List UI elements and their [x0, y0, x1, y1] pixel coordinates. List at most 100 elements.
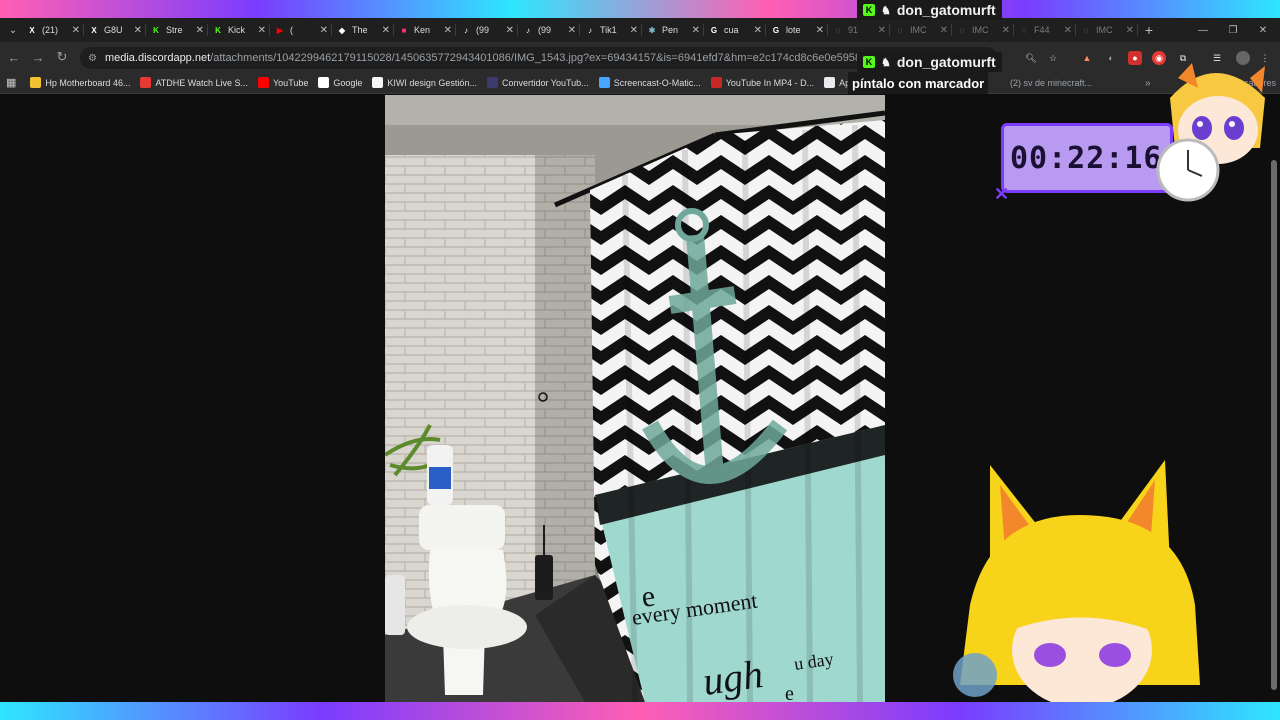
tab-title: (99 — [476, 25, 490, 35]
browser-tab[interactable]: ◌ F44 ✕ — [1014, 18, 1076, 42]
app-icon: ■ — [401, 25, 407, 35]
close-tab-icon[interactable]: ✕ — [196, 25, 204, 36]
globe-icon: ◌ — [897, 25, 903, 35]
bathroom-photo: every moment e u day ugh e — [385, 95, 885, 702]
forward-icon[interactable]: → — [26, 42, 50, 72]
browser-tab[interactable]: X (21) ✕ — [22, 18, 84, 42]
bookmark-label: YouTube In MP4 - D... — [725, 77, 815, 88]
maximize-icon[interactable]: ❐ — [1218, 18, 1248, 42]
close-tab-icon[interactable]: ✕ — [1002, 25, 1010, 36]
extension-icon[interactable]: ▲ — [1080, 51, 1094, 65]
close-tab-icon[interactable]: ✕ — [1064, 25, 1072, 36]
x-icon: X — [29, 25, 35, 35]
browser-tab[interactable]: ✱ Pen ✕ — [642, 18, 704, 42]
browser-tab[interactable]: X G8U ✕ — [84, 18, 146, 42]
bookmark-favicon-icon — [318, 77, 330, 88]
browser-tab[interactable]: ♪ (99 ✕ — [518, 18, 580, 42]
close-tab-icon[interactable]: ✕ — [940, 25, 948, 36]
bookmark-label: Convertidor YouTub... — [501, 77, 589, 88]
browser-tab[interactable]: ◌ IMC ✕ — [1076, 18, 1138, 42]
browser-tab[interactable]: K Kick ✕ — [208, 18, 270, 42]
close-tab-icon[interactable]: ✕ — [816, 25, 824, 36]
stream-timer: 00:22:16 — [1001, 123, 1173, 193]
curtain-text: e — [785, 683, 794, 702]
bookmark-item[interactable]: ATDHE Watch Live S... — [140, 77, 248, 88]
bookmark-favicon-icon — [372, 77, 384, 88]
bookmark-favicon-icon — [598, 77, 610, 88]
tab-title: (21) — [42, 25, 59, 35]
back-icon[interactable]: ← — [2, 42, 26, 72]
browser-tab[interactable]: Glote ✕ — [766, 18, 828, 42]
browser-tab[interactable]: Gcua ✕ — [704, 18, 766, 42]
close-tab-icon[interactable]: ✕ — [258, 25, 266, 36]
close-tab-icon[interactable]: ✕ — [568, 25, 576, 36]
badge-icon: ♞ — [881, 56, 891, 69]
stream-border-bottom — [0, 702, 1280, 720]
bookmark-favicon-icon — [486, 77, 498, 88]
page-scrollbar[interactable] — [1271, 160, 1277, 690]
bookmark-item[interactable]: Google — [318, 77, 362, 88]
tab-title: ( — [290, 25, 293, 35]
chat-username: don_gatomurft — [896, 2, 996, 18]
browser-tab[interactable]: ▶ ( ✕ — [270, 18, 332, 42]
mascot-clock-avatar — [1156, 63, 1265, 202]
minimize-icon[interactable]: — — [1188, 18, 1218, 42]
close-window-icon[interactable]: ✕ — [1248, 18, 1278, 42]
tab-title: 91 — [848, 25, 859, 35]
extension-icon[interactable]: ● — [1128, 51, 1142, 65]
browser-tab[interactable]: ♪ Tik1 ✕ — [580, 18, 642, 42]
youtube-icon: ▶ — [276, 25, 284, 35]
close-tab-icon[interactable]: ✕ — [134, 25, 142, 36]
reload-icon[interactable]: ↻ — [50, 42, 74, 72]
diamond-icon: ◆ — [338, 25, 346, 35]
bookmark-item[interactable]: Screencast-O-Matic... — [598, 77, 701, 88]
close-tab-icon[interactable]: ✕ — [506, 25, 514, 36]
bookmark-item[interactable]: (2) sv de minecraft... — [1010, 78, 1092, 88]
zoom-icon[interactable]: 🔍︎ — [1024, 51, 1038, 65]
tab-title: IMC — [972, 25, 989, 35]
browser-tab[interactable]: ◆ The ✕ — [332, 18, 394, 42]
site-info-icon[interactable]: ⚙ — [88, 53, 97, 64]
bookmark-item[interactable]: YouTube In MP4 - D... — [710, 77, 815, 88]
tab-title: lote — [786, 25, 801, 35]
browser-tab[interactable]: ■ Ken ✕ — [394, 18, 456, 42]
close-tab-icon[interactable]: ✕ — [382, 25, 390, 36]
sparkle-icon: ✕ — [994, 184, 1010, 204]
globe-icon: ◌ — [959, 25, 965, 35]
chat-message: píntalo con marcador — [848, 72, 989, 94]
new-tab-button[interactable]: + — [1138, 22, 1160, 38]
bookmark-favicon-icon — [258, 77, 269, 88]
bookmark-item[interactable]: Hp Motherboard 46... — [30, 77, 130, 88]
chat-username-badge: K ♞ don_gatomurft — [857, 0, 1002, 20]
bookmark-star-icon[interactable]: ☆ — [1046, 51, 1060, 65]
google-icon: G — [772, 25, 780, 35]
apps-grid-icon[interactable]: ▦ — [6, 76, 16, 89]
bookmark-item[interactable]: KIWI design Gestión... — [372, 77, 477, 88]
browser-tab[interactable]: ♪ (99 ✕ — [456, 18, 518, 42]
close-tab-icon[interactable]: ✕ — [630, 25, 638, 36]
extension-icon[interactable]: ◐ — [1104, 51, 1118, 65]
browser-tab[interactable]: ◌ IMC ✕ — [952, 18, 1014, 42]
bookmark-label: Hp Motherboard 46... — [45, 77, 131, 88]
close-tab-icon[interactable]: ✕ — [754, 25, 762, 36]
bookmark-favicon-icon — [30, 77, 42, 88]
close-tab-icon[interactable]: ✕ — [444, 25, 452, 36]
globe-icon: ◌ — [1083, 25, 1089, 35]
browser-tab[interactable]: K Stre ✕ — [146, 18, 208, 42]
viewed-image[interactable]: every moment e u day ugh e — [385, 95, 885, 702]
curtain-text: ugh — [700, 651, 766, 702]
bookmark-label: Google — [333, 77, 363, 88]
close-tab-icon[interactable]: ✕ — [692, 25, 700, 36]
bookmark-item[interactable]: Convertidor YouTub... — [486, 77, 589, 88]
close-tab-icon[interactable]: ✕ — [72, 25, 80, 36]
bookmark-item[interactable]: YouTube — [258, 77, 308, 88]
close-tab-icon[interactable]: ✕ — [878, 25, 886, 36]
browser-tab[interactable]: ◌ IMC ✕ — [890, 18, 952, 42]
globe-icon: ◌ — [835, 25, 841, 35]
tab-search-chevron-icon[interactable]: ⌄ — [4, 18, 22, 42]
browser-tab[interactable]: ◌ 91 ✕ — [828, 18, 890, 42]
close-tab-icon[interactable]: ✕ — [320, 25, 328, 36]
tab-title: IMC — [910, 25, 927, 35]
tab-title: Tik1 — [600, 25, 617, 35]
close-tab-icon[interactable]: ✕ — [1126, 25, 1134, 36]
